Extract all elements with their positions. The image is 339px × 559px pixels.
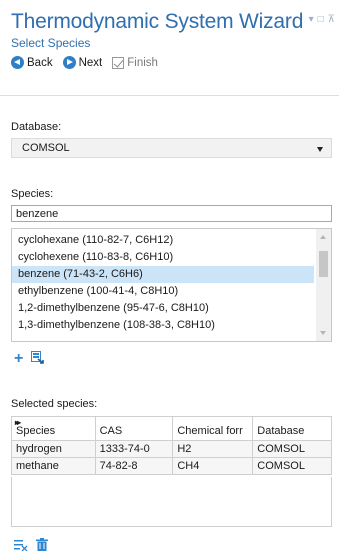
column-header-formula[interactable]: Chemical forr [172, 416, 254, 441]
species-search-value: benzene [16, 208, 59, 220]
list-scrollbar[interactable] [316, 229, 331, 341]
cell-species[interactable]: hydrogen [11, 440, 96, 458]
column-header-species[interactable]: ▸▸ Species [11, 416, 96, 441]
selected-species-actions [14, 538, 48, 554]
table-row[interactable]: methane 74-82-8 CH4 COMSOL [11, 457, 332, 475]
wizard-header: Thermodynamic System Wizard ▾ □ ⊼ Select… [0, 0, 339, 96]
scroll-down-icon[interactable] [320, 331, 326, 335]
trash-icon[interactable] [36, 538, 48, 554]
cell-formula[interactable]: CH4 [172, 457, 254, 475]
wizard-title: Thermodynamic System Wizard [11, 10, 304, 33]
wizard-subtitle: Select Species [11, 36, 91, 50]
finish-button[interactable]: Finish [112, 56, 158, 69]
next-label: Next [78, 56, 103, 69]
cell-cas[interactable]: 74-82-8 [94, 457, 174, 475]
cell-database[interactable]: COMSOL [252, 457, 332, 475]
selected-species-table: ▸▸ Species CAS Chemical forr Database hy… [11, 416, 332, 475]
pin-icon[interactable]: ⊼ [328, 14, 335, 25]
expand-icon[interactable]: ▸▸ [15, 418, 21, 427]
next-button[interactable]: Next [62, 56, 103, 69]
species-actions: + [14, 351, 45, 367]
table-header-row: ▸▸ Species CAS Chemical forr Database [11, 416, 332, 441]
database-select[interactable]: COMSOL [11, 138, 332, 158]
table-row[interactable]: hydrogen 1333-74-0 H2 COMSOL [11, 440, 332, 458]
scroll-up-icon[interactable] [320, 235, 326, 239]
back-button[interactable]: Back [11, 56, 53, 69]
wizard-toolbar: Back Next Finish [11, 56, 339, 69]
finish-label: Finish [127, 56, 158, 69]
list-item[interactable]: ethylbenzene (100-41-4, C8H10) [12, 283, 314, 300]
species-search-input[interactable]: benzene [11, 205, 332, 222]
database-label: Database: [11, 121, 62, 133]
back-arrow-icon [11, 56, 24, 69]
list-item[interactable]: 1,3-dimethylbenzene (108-38-3, C8H10) [12, 317, 314, 334]
list-item-selected[interactable]: benzene (71-43-2, C6H6) [12, 266, 314, 283]
maximize-icon[interactable]: □ [318, 14, 324, 25]
column-header-database[interactable]: Database [252, 416, 332, 441]
window-controls: ▾ □ ⊼ [309, 14, 335, 25]
cell-formula[interactable]: H2 [172, 440, 254, 458]
column-header-cas[interactable]: CAS [94, 416, 174, 441]
add-selection-icon[interactable] [31, 351, 45, 367]
scroll-thumb[interactable] [319, 251, 328, 277]
cell-cas[interactable]: 1333-74-0 [94, 440, 174, 458]
chevron-down-icon [317, 147, 323, 152]
chevron-down-icon[interactable]: ▾ [309, 14, 314, 25]
clear-list-icon[interactable] [14, 539, 28, 554]
species-label: Species: [11, 188, 54, 200]
cell-database[interactable]: COMSOL [252, 440, 332, 458]
database-value: COMSOL [22, 142, 70, 154]
selected-species-label: Selected species: [11, 398, 98, 410]
back-label: Back [27, 56, 53, 69]
table-empty-area [11, 477, 332, 527]
species-list[interactable]: cyclohexane (110-82-7, C6H12) cyclohexen… [11, 228, 332, 342]
list-item[interactable]: cyclohexene (110-83-8, C6H10) [12, 249, 314, 266]
list-item[interactable]: 1,2-dimethylbenzene (95-47-6, C8H10) [12, 300, 314, 317]
list-item[interactable]: cyclohexane (110-82-7, C6H12) [12, 232, 314, 249]
next-arrow-icon [62, 56, 76, 69]
checkmark-icon [112, 56, 125, 69]
cell-species[interactable]: methane [11, 457, 96, 475]
plus-icon[interactable]: + [14, 351, 23, 367]
